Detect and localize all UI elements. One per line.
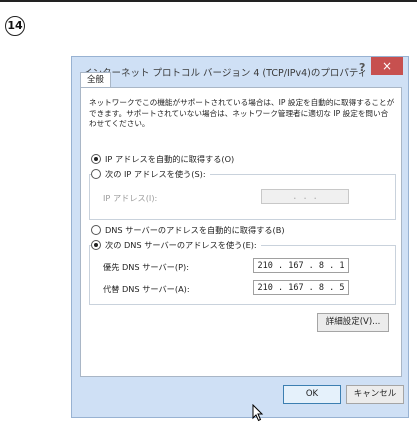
advanced-button[interactable]: 詳細設定(V)...	[317, 313, 389, 332]
ip-manual-option[interactable]: 次の IP アドレスを使う(S):	[91, 168, 210, 180]
dns-manual-group	[89, 245, 396, 305]
preferred-dns-field[interactable]: 210 . 167 . 8 . 1	[253, 258, 349, 273]
step-number-badge: 14	[5, 16, 25, 36]
tab-general[interactable]: 全般	[80, 72, 112, 88]
dns-auto-label: DNS サーバーのアドレスを自動的に取得する(B)	[105, 225, 285, 235]
ok-button[interactable]: OK	[283, 385, 341, 404]
alternate-dns-label: 代替 DNS サーバー(A):	[103, 284, 190, 294]
dns-manual-option[interactable]: 次の DNS サーバーのアドレスを使う(E):	[91, 239, 261, 251]
title-bar: インターネット プロトコル バージョン 4 (TCP/IPv4)のプロパティ ?…	[72, 57, 408, 85]
help-icon[interactable]: ?	[359, 61, 365, 74]
general-panel: ネットワークでこの機能がサポートされている場合は、IP 設定を自動的に取得するこ…	[80, 87, 402, 377]
dns-auto-radio[interactable]	[91, 225, 101, 235]
ip-auto-radio[interactable]	[91, 154, 101, 164]
ip-manual-label: 次の IP アドレスを使う(S):	[105, 169, 206, 179]
description-text: ネットワークでこの機能がサポートされている場合は、IP 設定を自動的に取得するこ…	[89, 98, 395, 128]
top-divider	[0, 0, 417, 2]
dns-auto-option[interactable]: DNS サーバーのアドレスを自動的に取得する(B)	[91, 224, 285, 236]
mouse-pointer-icon	[252, 404, 264, 422]
dns-manual-radio[interactable]	[91, 240, 101, 250]
close-button[interactable]: ×	[371, 57, 403, 75]
alternate-dns-field[interactable]: 210 . 167 . 8 . 5	[253, 280, 349, 295]
dialog-title: インターネット プロトコル バージョン 4 (TCP/IPv4)のプロパティ	[83, 68, 368, 79]
ip-auto-label: IP アドレスを自動的に取得する(O)	[105, 154, 235, 164]
dns-manual-label: 次の DNS サーバーのアドレスを使う(E):	[105, 240, 257, 250]
ip-manual-radio[interactable]	[91, 169, 101, 179]
ip-auto-option[interactable]: IP アドレスを自動的に取得する(O)	[91, 153, 234, 165]
preferred-dns-label: 優先 DNS サーバー(P):	[103, 262, 189, 272]
tcpip-properties-dialog: インターネット プロトコル バージョン 4 (TCP/IPv4)のプロパティ ?…	[71, 56, 409, 418]
cancel-button[interactable]: キャンセル	[346, 385, 404, 404]
ip-address-label: IP アドレス(I):	[103, 193, 158, 203]
ip-address-field[interactable]: . . .	[261, 189, 349, 204]
